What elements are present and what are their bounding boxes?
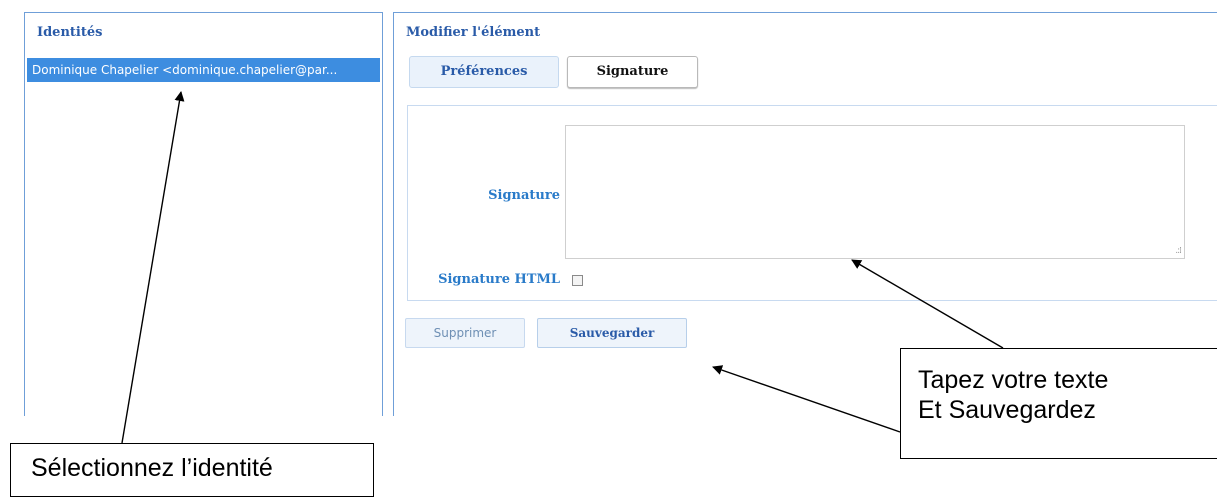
callout-select-identity: Sélectionnez l’identité [10, 443, 374, 497]
delete-button[interactable]: Supprimer [405, 318, 525, 348]
edit-panel-title: Modifier l'élément [406, 25, 541, 40]
callout-type-and-save: Tapez votre texte Et Sauvegardez [900, 348, 1217, 459]
identity-item-selected[interactable]: Dominique Chapelier <dominique.chapelier… [27, 58, 380, 82]
tab-preferences[interactable]: Préférences [409, 56, 559, 88]
save-button[interactable]: Sauvegarder [537, 318, 687, 348]
callout-type-line2: Et Sauvegardez [918, 396, 1096, 424]
resize-grip-icon[interactable]: .:⁞ [1175, 246, 1182, 256]
identities-title: Identités [37, 25, 103, 40]
signature-html-label: Signature HTML [438, 272, 560, 287]
identities-panel: Identités Dominique Chapelier <dominique… [24, 12, 383, 416]
signature-html-checkbox[interactable] [572, 275, 583, 286]
signature-form: Signature .:⁞ Signature HTML [407, 105, 1217, 301]
callout-type-line1: Tapez votre texte [918, 366, 1109, 394]
signature-label: Signature [488, 188, 560, 203]
textarea-overlay: .:⁞ [565, 125, 1185, 259]
tab-signature[interactable]: Signature [567, 56, 698, 88]
